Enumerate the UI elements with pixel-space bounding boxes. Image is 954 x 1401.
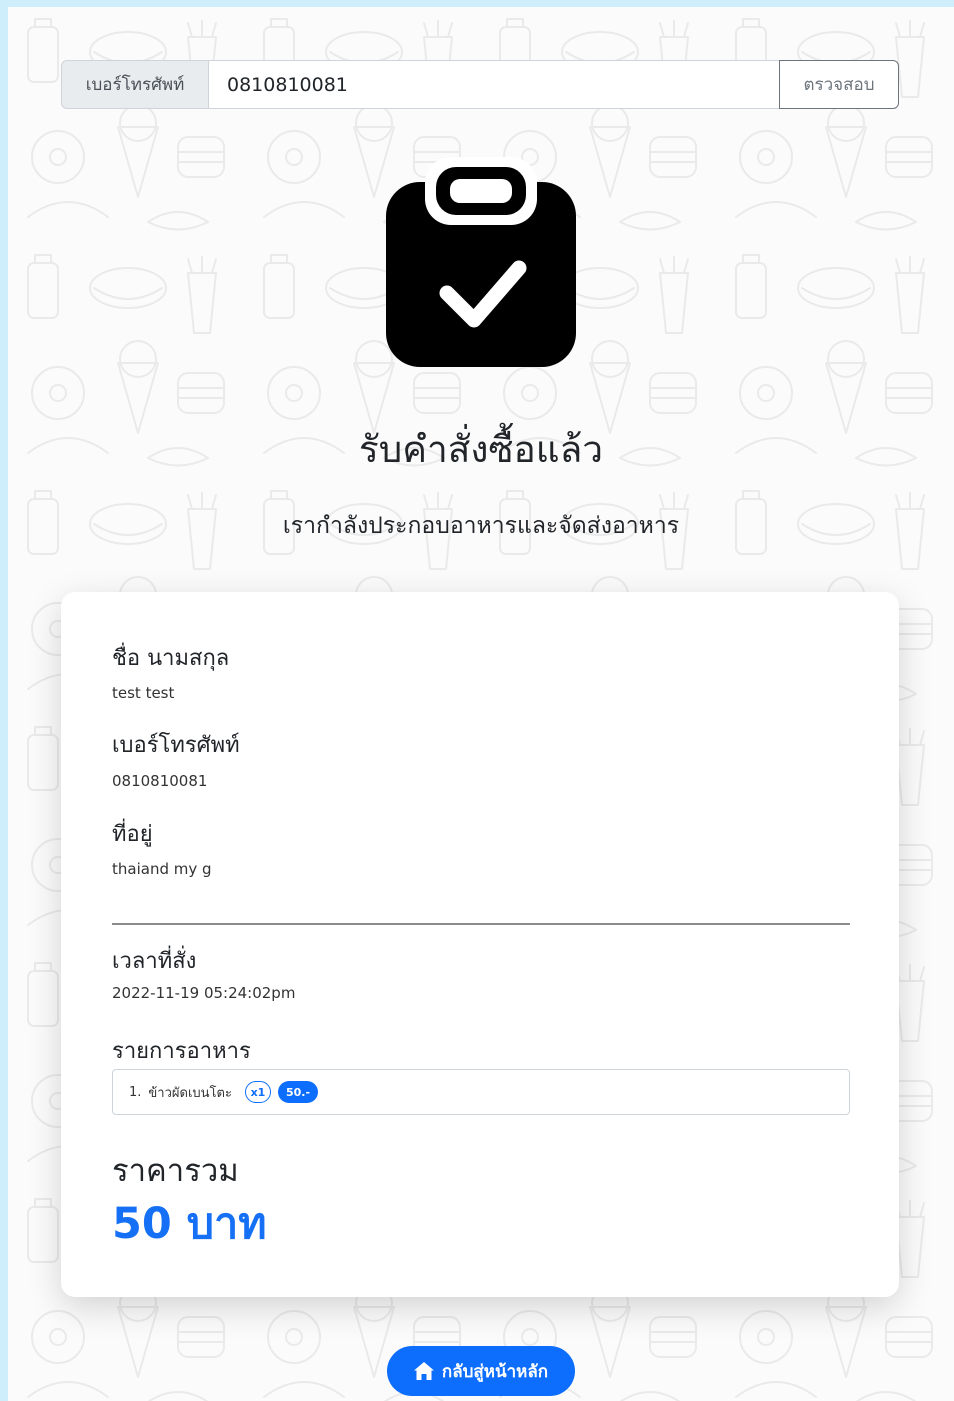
back-to-home-label: กลับสู่หน้าหลัก	[441, 1361, 549, 1382]
order-time-label: เวลาที่สั่ง	[112, 949, 197, 974]
divider	[112, 923, 850, 925]
order-received-title: รับคำสั่งซื้อแล้ว	[358, 428, 604, 471]
phone-value: 0810810081	[112, 772, 208, 790]
food-items-list: 1. ข้าวผัดเบนโตะ x1 50.-	[112, 1069, 850, 1115]
phone-lookup-label: เบอร์โทรศัพท์	[61, 60, 209, 109]
list-item-name: ข้าวผัดเบนโตะ	[148, 1085, 232, 1101]
phone-label: เบอร์โทรศัพท์	[112, 733, 240, 758]
quantity-badge: x1	[244, 1081, 271, 1103]
list-item-index: 1.	[129, 1084, 142, 1100]
order-status-subtitle: เรากำลังประกอบอาหารและจัดส่งอาหาร	[282, 513, 680, 539]
phone-lookup-input[interactable]	[209, 60, 779, 109]
page-frame: เบอร์โทรศัพท์ ตรวจสอบ รับคำสั่งซื้อแล้ว …	[8, 7, 954, 1401]
total-price-label: ราคารวม	[112, 1153, 239, 1189]
check-button[interactable]: ตรวจสอบ	[779, 60, 899, 109]
back-to-home-button[interactable]: กลับสู่หน้าหลัก	[387, 1346, 575, 1396]
total-price-value: 50 บาท	[112, 1199, 267, 1249]
phone-lookup-group: เบอร์โทรศัพท์ ตรวจสอบ	[61, 60, 899, 109]
price-badge: 50.-	[277, 1081, 319, 1103]
order-time-value: 2022-11-19 05:24:02pm	[112, 984, 296, 1002]
address-label: ที่อยู่	[112, 822, 153, 847]
clipboard-check-icon	[386, 157, 576, 367]
customer-name-label: ชื่อ นามสกุล	[112, 646, 230, 671]
order-details-card: ชื่อ นามสกุล test test เบอร์โทรศัพท์ 081…	[61, 592, 899, 1297]
food-items-label: รายการอาหาร	[112, 1039, 251, 1064]
customer-name-value: test test	[112, 684, 175, 702]
home-icon	[413, 1362, 434, 1380]
address-value: thaiand my g	[112, 860, 212, 878]
